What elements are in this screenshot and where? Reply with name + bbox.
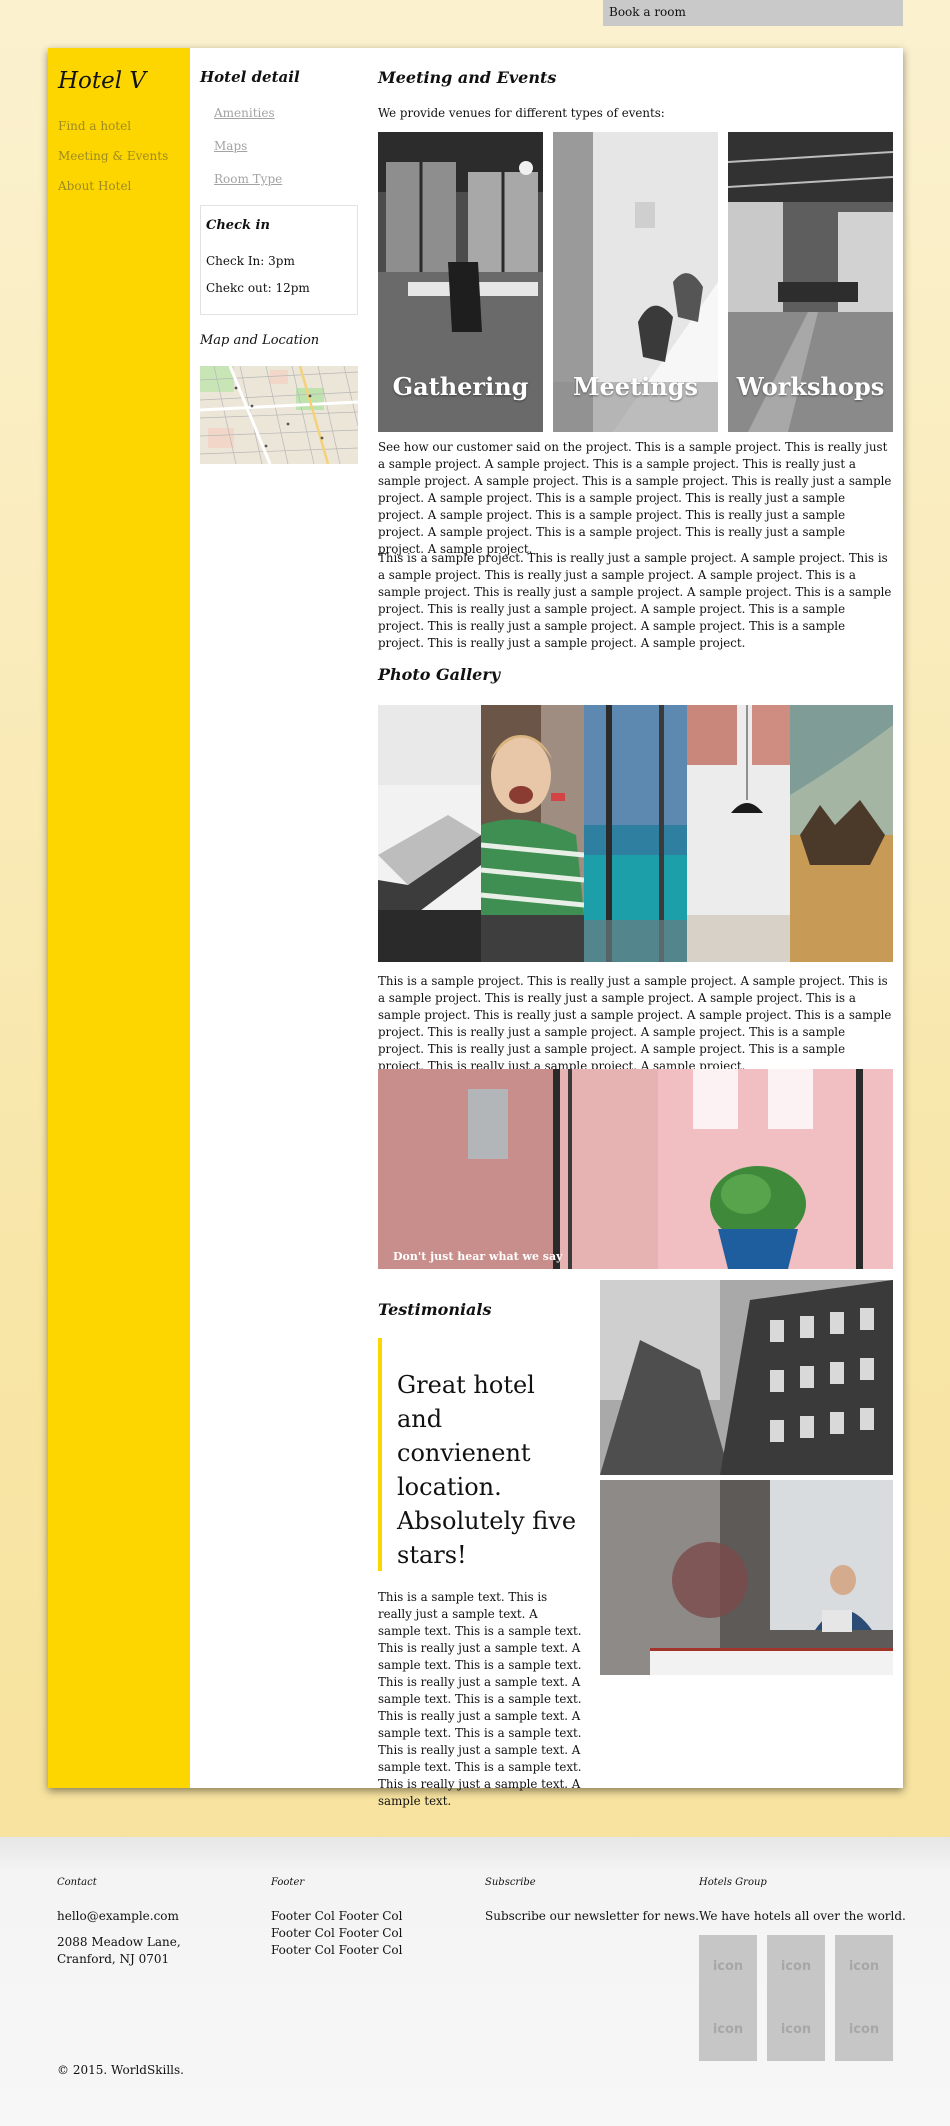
gallery-photo-beach[interactable] [790, 705, 893, 962]
sample-paragraph-1: This is a sample project. This is really… [378, 551, 892, 650]
event-card-meetings[interactable]: Meetings [553, 132, 718, 432]
event-label-gathering: Gathering [392, 372, 529, 401]
hotel-logo[interactable]: Hotel V [58, 68, 146, 94]
gallery-photo-ocean[interactable] [584, 705, 687, 962]
event-label-workshops: Workshops [736, 372, 885, 401]
hotel-group-icon-1[interactable]: icon icon [699, 1935, 757, 2061]
nav-about-hotel[interactable]: About Hotel [58, 179, 131, 193]
banner-image[interactable]: Don't just hear what we say [378, 1069, 893, 1269]
book-a-room-link[interactable]: Book a room [609, 5, 686, 19]
footer-subscribe-title: Subscribe [485, 1877, 536, 1888]
map-location-title: Map and Location [200, 333, 320, 348]
check-out-time: Chekc out: 12pm [206, 281, 310, 295]
hotel-group-icon-3[interactable]: icon icon [835, 1935, 893, 2061]
sample-paragraph-2: This is a sample project. This is really… [378, 974, 892, 1073]
footer-group-text: We have hotels all over the world. [699, 1909, 906, 1923]
subnav-room-type[interactable]: Room Type [214, 172, 282, 186]
footer: Contact hello@example.com 2088 Meadow La… [0, 1837, 950, 2126]
meeting-events-title: Meeting and Events [378, 68, 557, 87]
gallery-photo-laptop[interactable] [378, 705, 481, 962]
subnav-maps[interactable]: Maps [214, 139, 247, 153]
testimonial-photo-building[interactable] [600, 1280, 893, 1475]
testimonial-quote-text: Great hotel and convienent location. Abs… [397, 1371, 577, 1569]
event-card-workshops[interactable]: Workshops [728, 132, 893, 432]
events-intro: We provide venues for different types of… [378, 106, 665, 120]
event-card-gathering[interactable]: Gathering [378, 132, 543, 432]
nav-meeting-events[interactable]: Meeting & Events [58, 149, 168, 163]
footer-address-line1: 2088 Meadow Lane, [57, 1935, 181, 1949]
copyright: © 2015. WorldSkills. [57, 2063, 184, 2077]
banner-caption: Don't just hear what we say [393, 1250, 563, 1263]
map-graphic [200, 366, 358, 464]
footer-subscribe-text[interactable]: Subscribe our newsletter for news. [485, 1908, 699, 1925]
top-bar: Book a room [603, 0, 903, 26]
check-in-title: Check in [206, 218, 270, 233]
subnav-amenities[interactable]: Amenities [214, 106, 275, 120]
testimonial-paragraph: This is a sample text. This is really ju… [378, 1590, 582, 1808]
check-in-time: Check In: 3pm [206, 254, 295, 268]
gallery-photo-lamp[interactable] [687, 705, 790, 962]
footer-contact-title: Contact [57, 1877, 97, 1888]
testimonial-photo-office[interactable] [600, 1480, 893, 1675]
event-label-meetings: Meetings [572, 372, 699, 401]
testimonials-title: Testimonials [378, 1300, 492, 1319]
photo-gallery-title: Photo Gallery [378, 665, 501, 684]
sidebar: Hotel V Find a hotel Meeting & Events Ab… [48, 48, 190, 1788]
footer-col-title: Footer [271, 1877, 305, 1888]
gallery-photo-girl[interactable] [481, 705, 584, 962]
nav-find-hotel[interactable]: Find a hotel [58, 119, 131, 133]
hotel-detail-title: Hotel detail [200, 68, 300, 86]
check-in-box: Check in Check In: 3pm Chekc out: 12pm [200, 205, 358, 315]
main-card: Hotel V Find a hotel Meeting & Events Ab… [48, 48, 903, 1808]
footer-group-title: Hotels Group [699, 1877, 767, 1888]
hotel-group-icon-2[interactable]: icon icon [767, 1935, 825, 2061]
location-map[interactable] [200, 366, 358, 464]
footer-address-line2: Cranford, NJ 0701 [57, 1952, 170, 1966]
footer-col-text: Footer Col Footer Col Footer Col Footer … [271, 1909, 403, 1957]
customer-paragraph: See how our customer said on the project… [378, 440, 892, 556]
testimonial-quote: Great hotel and convienent location. Abs… [378, 1338, 583, 1571]
footer-email[interactable]: hello@example.com [57, 1908, 179, 1925]
